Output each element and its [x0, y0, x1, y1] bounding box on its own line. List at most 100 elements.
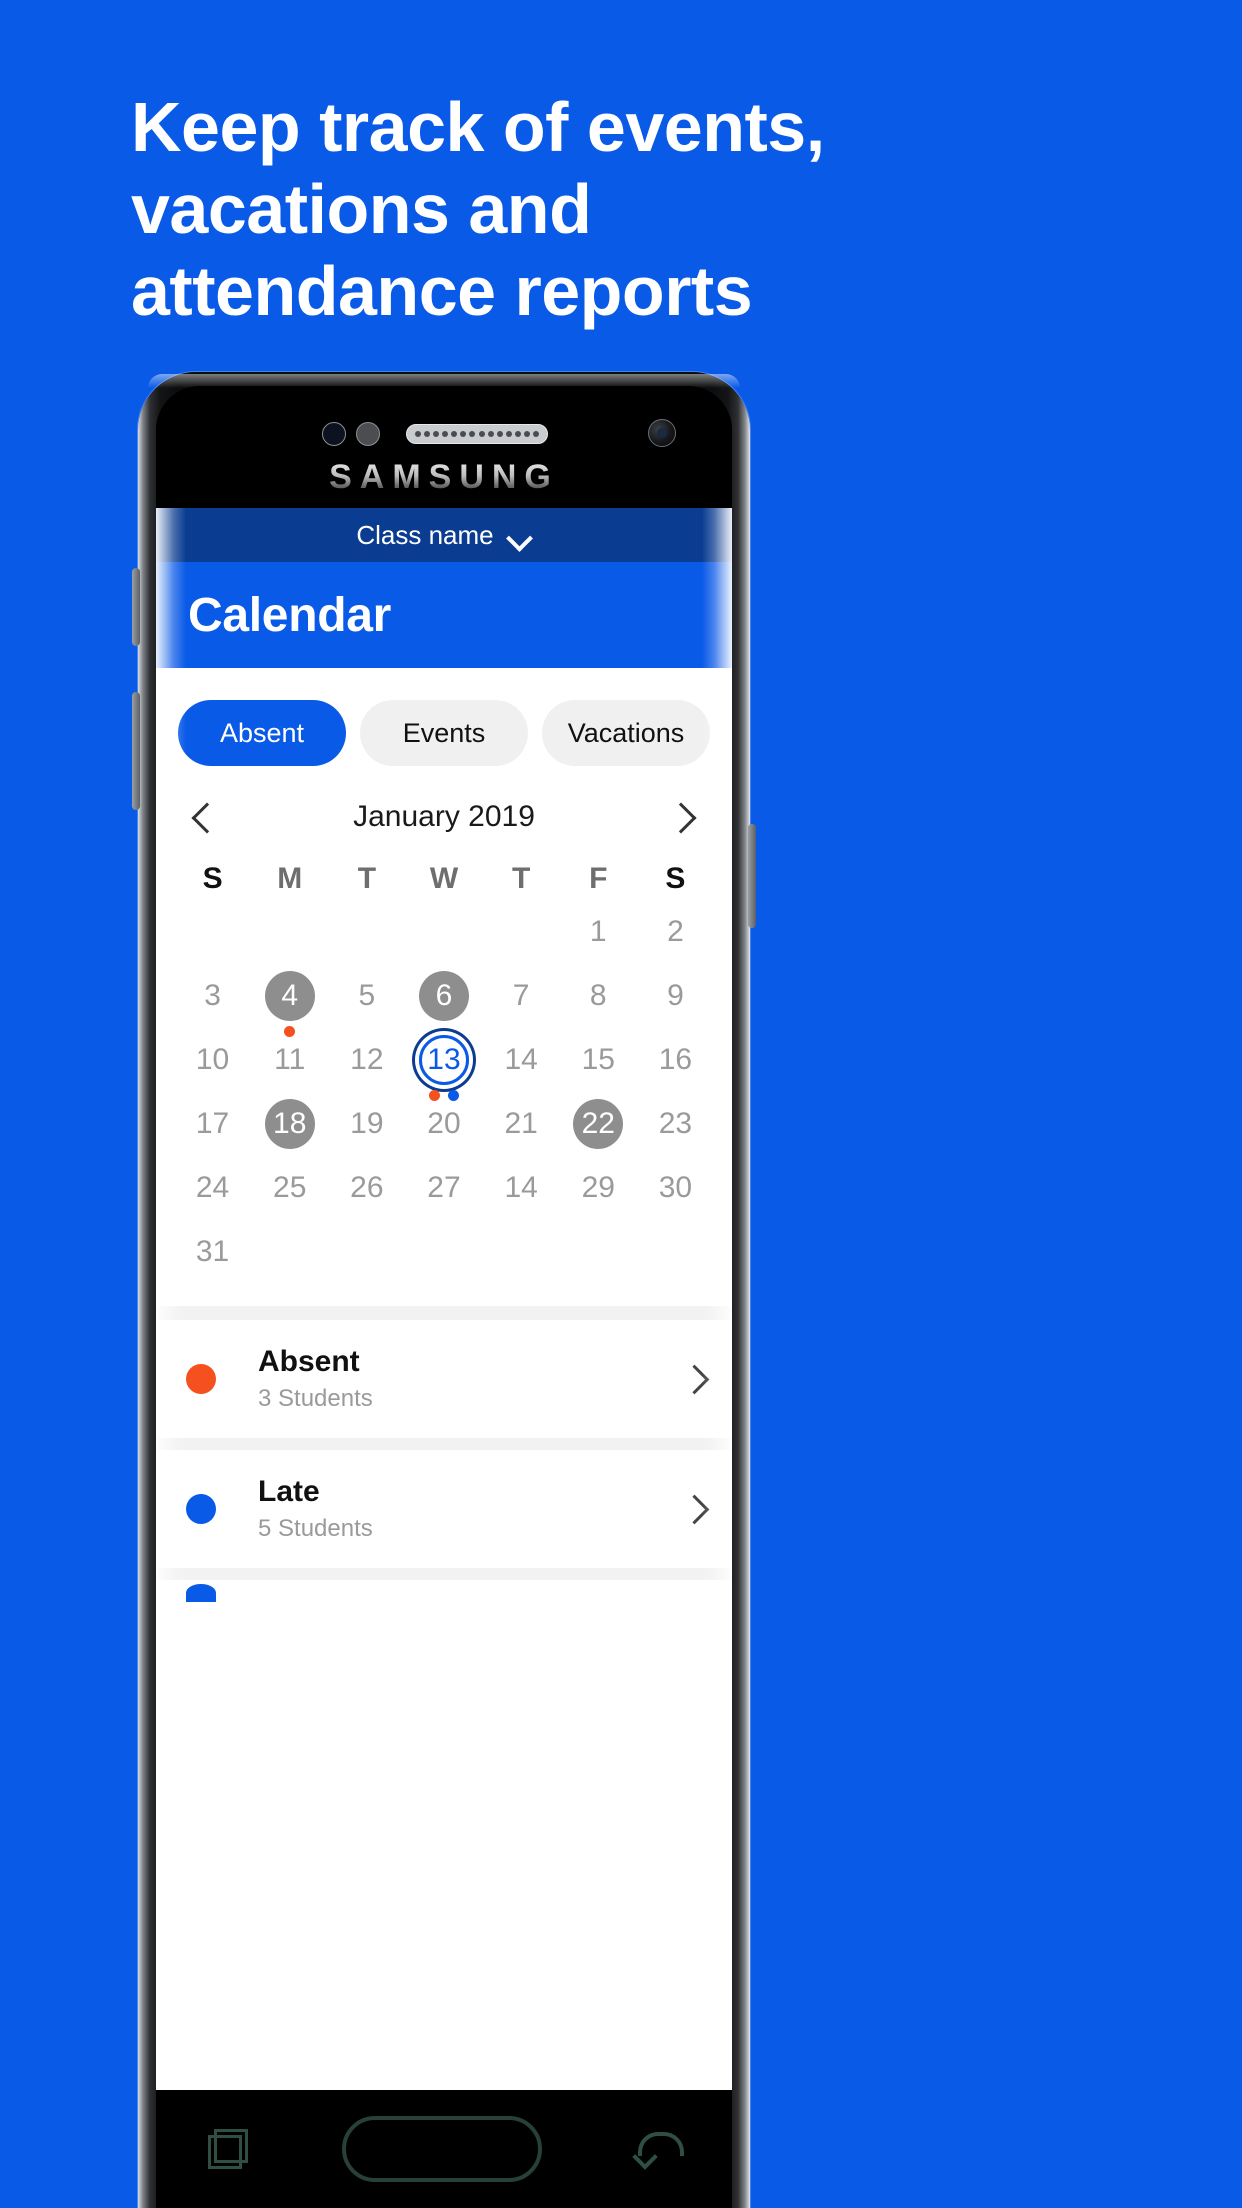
- attendance-summary-list: Absent 3 Students Late 5 Students: [156, 1306, 732, 1606]
- calendar-week-row: 31: [156, 1220, 732, 1284]
- calendar-day-number: 23: [658, 1107, 693, 1140]
- calendar-day-number: 14: [504, 1043, 538, 1076]
- class-selector[interactable]: Class name: [156, 508, 732, 562]
- calendar-week-row: 10 11 12 13 14 15 16: [156, 1028, 732, 1101]
- weekday-label: S: [665, 862, 686, 895]
- calendar-day-cell[interactable]: 7: [483, 964, 560, 1028]
- calendar-day-cell[interactable]: 15: [560, 1028, 637, 1092]
- list-item-title: Late: [258, 1475, 320, 1508]
- tab-absent[interactable]: Absent: [178, 700, 346, 766]
- calendar-empty-cell: [328, 1220, 405, 1284]
- volume-up-button[interactable]: [132, 568, 140, 646]
- calendar-day-number: 4: [264, 971, 315, 1021]
- phone-mockup: SAMSUNG Class name Calendar Absent Event…: [132, 372, 756, 2208]
- chevron-right-icon[interactable]: [672, 804, 698, 830]
- calendar-day-cell[interactable]: 4: [251, 964, 328, 1037]
- status-dot-late-icon: [186, 1494, 216, 1524]
- calendar-day-number: 24: [195, 1171, 230, 1204]
- calendar-day-number: 10: [195, 1043, 230, 1076]
- calendar-week-row: 12: [156, 900, 732, 964]
- calendar-day-cell[interactable]: 24: [174, 1156, 251, 1220]
- calendar-empty-cell: [560, 1220, 637, 1284]
- back-icon[interactable]: [636, 2132, 684, 2166]
- phone-top-bezel: SAMSUNG: [156, 386, 732, 508]
- month-label: January 2019: [353, 800, 535, 833]
- calendar-day-number: 11: [274, 1043, 306, 1076]
- calendar-day-number: 25: [273, 1171, 307, 1204]
- power-button[interactable]: [748, 824, 756, 928]
- calendar-day-cell[interactable]: 26: [328, 1156, 405, 1220]
- calendar-day-cell[interactable]: 11: [251, 1028, 328, 1092]
- calendar-week-row: 3 4 5 6 7 8 9: [156, 964, 732, 1037]
- phone-screen: SAMSUNG Class name Calendar Absent Event…: [156, 386, 732, 2208]
- calendar-day-cell[interactable]: 21: [483, 1092, 560, 1156]
- list-item-subtitle: 3 Students: [258, 1385, 373, 1412]
- recent-apps-icon[interactable]: [208, 2129, 248, 2169]
- calendar-day-cell[interactable]: 3: [174, 964, 251, 1028]
- home-button[interactable]: [342, 2116, 542, 2182]
- calendar-day-number: 29: [581, 1171, 615, 1204]
- calendar-day-cell[interactable]: 2: [637, 900, 714, 964]
- calendar-day-cell[interactable]: 14: [483, 1156, 560, 1220]
- calendar-day-cell[interactable]: 13: [405, 1028, 482, 1101]
- calendar-day-cell[interactable]: 8: [560, 964, 637, 1028]
- calendar-day-number: 21: [504, 1107, 538, 1140]
- weekday-header: S M T W T F S: [156, 862, 732, 896]
- calendar-day-cell[interactable]: 10: [174, 1028, 251, 1092]
- calendar-day-cell[interactable]: 5: [328, 964, 405, 1028]
- headline-line-1: Keep track of events,: [131, 88, 825, 166]
- calendar-day-cell[interactable]: 25: [251, 1156, 328, 1220]
- calendar-day-number: 12: [350, 1043, 384, 1076]
- calendar-day-number: 19: [350, 1107, 384, 1140]
- calendar-day-cell[interactable]: 30: [637, 1156, 714, 1220]
- android-navigation-bar: [156, 2090, 732, 2208]
- calendar-empty-cell: [637, 1220, 714, 1284]
- calendar-day-cell[interactable]: 20: [405, 1092, 482, 1156]
- chevron-left-icon[interactable]: [190, 804, 216, 830]
- calendar-empty-cell: [251, 1220, 328, 1284]
- calendar-day-selected: 13: [418, 1035, 469, 1085]
- volume-down-button[interactable]: [132, 692, 140, 810]
- calendar-day-cell[interactable]: 23: [637, 1092, 714, 1156]
- tab-events[interactable]: Events: [360, 700, 528, 766]
- list-item-subtitle: 5 Students: [258, 1515, 373, 1542]
- weekday-label: W: [429, 862, 459, 895]
- calendar-day-cell[interactable]: 12: [328, 1028, 405, 1092]
- calendar-day-number: 15: [581, 1043, 615, 1076]
- list-item-partial[interactable]: [156, 1580, 732, 1606]
- calendar-day-cell[interactable]: 19: [328, 1092, 405, 1156]
- calendar-day-cell[interactable]: 6: [405, 964, 482, 1028]
- calendar-day-number: 22: [573, 1099, 624, 1149]
- calendar-day-cell[interactable]: 31: [174, 1220, 251, 1284]
- calendar-day-number: 9: [667, 979, 684, 1012]
- proximity-sensor-icon: [322, 422, 346, 446]
- calendar-day-cell[interactable]: 18: [251, 1092, 328, 1156]
- calendar-week-row: 24 25 26 27 14 29 30: [156, 1156, 732, 1220]
- list-item[interactable]: Late 5 Students: [156, 1450, 732, 1568]
- calendar-day-number: 18: [264, 1099, 315, 1149]
- calendar-empty-cell: [483, 900, 560, 964]
- app-viewport: Class name Calendar Absent Events Vacati…: [156, 508, 732, 2090]
- calendar-day-number: 30: [658, 1171, 693, 1204]
- calendar-day-cell[interactable]: 29: [560, 1156, 637, 1220]
- calendar-day-number: 7: [512, 979, 530, 1012]
- filter-tabs: Absent Events Vacations: [156, 668, 732, 784]
- tab-vacations[interactable]: Vacations: [542, 700, 710, 766]
- calendar-day-cell[interactable]: 1: [560, 900, 637, 964]
- calendar-day-cell[interactable]: 9: [637, 964, 714, 1028]
- calendar-day-number: 17: [195, 1107, 230, 1140]
- calendar-day-cell[interactable]: 27: [405, 1156, 482, 1220]
- calendar-day-cell[interactable]: 22: [560, 1092, 637, 1156]
- list-item[interactable]: Absent 3 Students: [156, 1320, 732, 1438]
- calendar-day-number: 14: [504, 1171, 538, 1204]
- calendar-day-cell[interactable]: 17: [174, 1092, 251, 1156]
- calendar-day-cell[interactable]: 14: [483, 1028, 560, 1092]
- page-title: Keep track of events, vacations and atte…: [131, 86, 1131, 332]
- calendar-week-row: 17 18 19 20 21 22 23: [156, 1092, 732, 1156]
- calendar-day-number: 27: [427, 1171, 461, 1204]
- class-selector-label: Class name: [356, 519, 494, 550]
- weekday-label: T: [511, 862, 531, 895]
- promo-screenshot: Keep track of events, vacations and atte…: [0, 0, 1242, 2208]
- weekday-label: T: [357, 862, 377, 895]
- calendar-day-cell[interactable]: 16: [637, 1028, 714, 1092]
